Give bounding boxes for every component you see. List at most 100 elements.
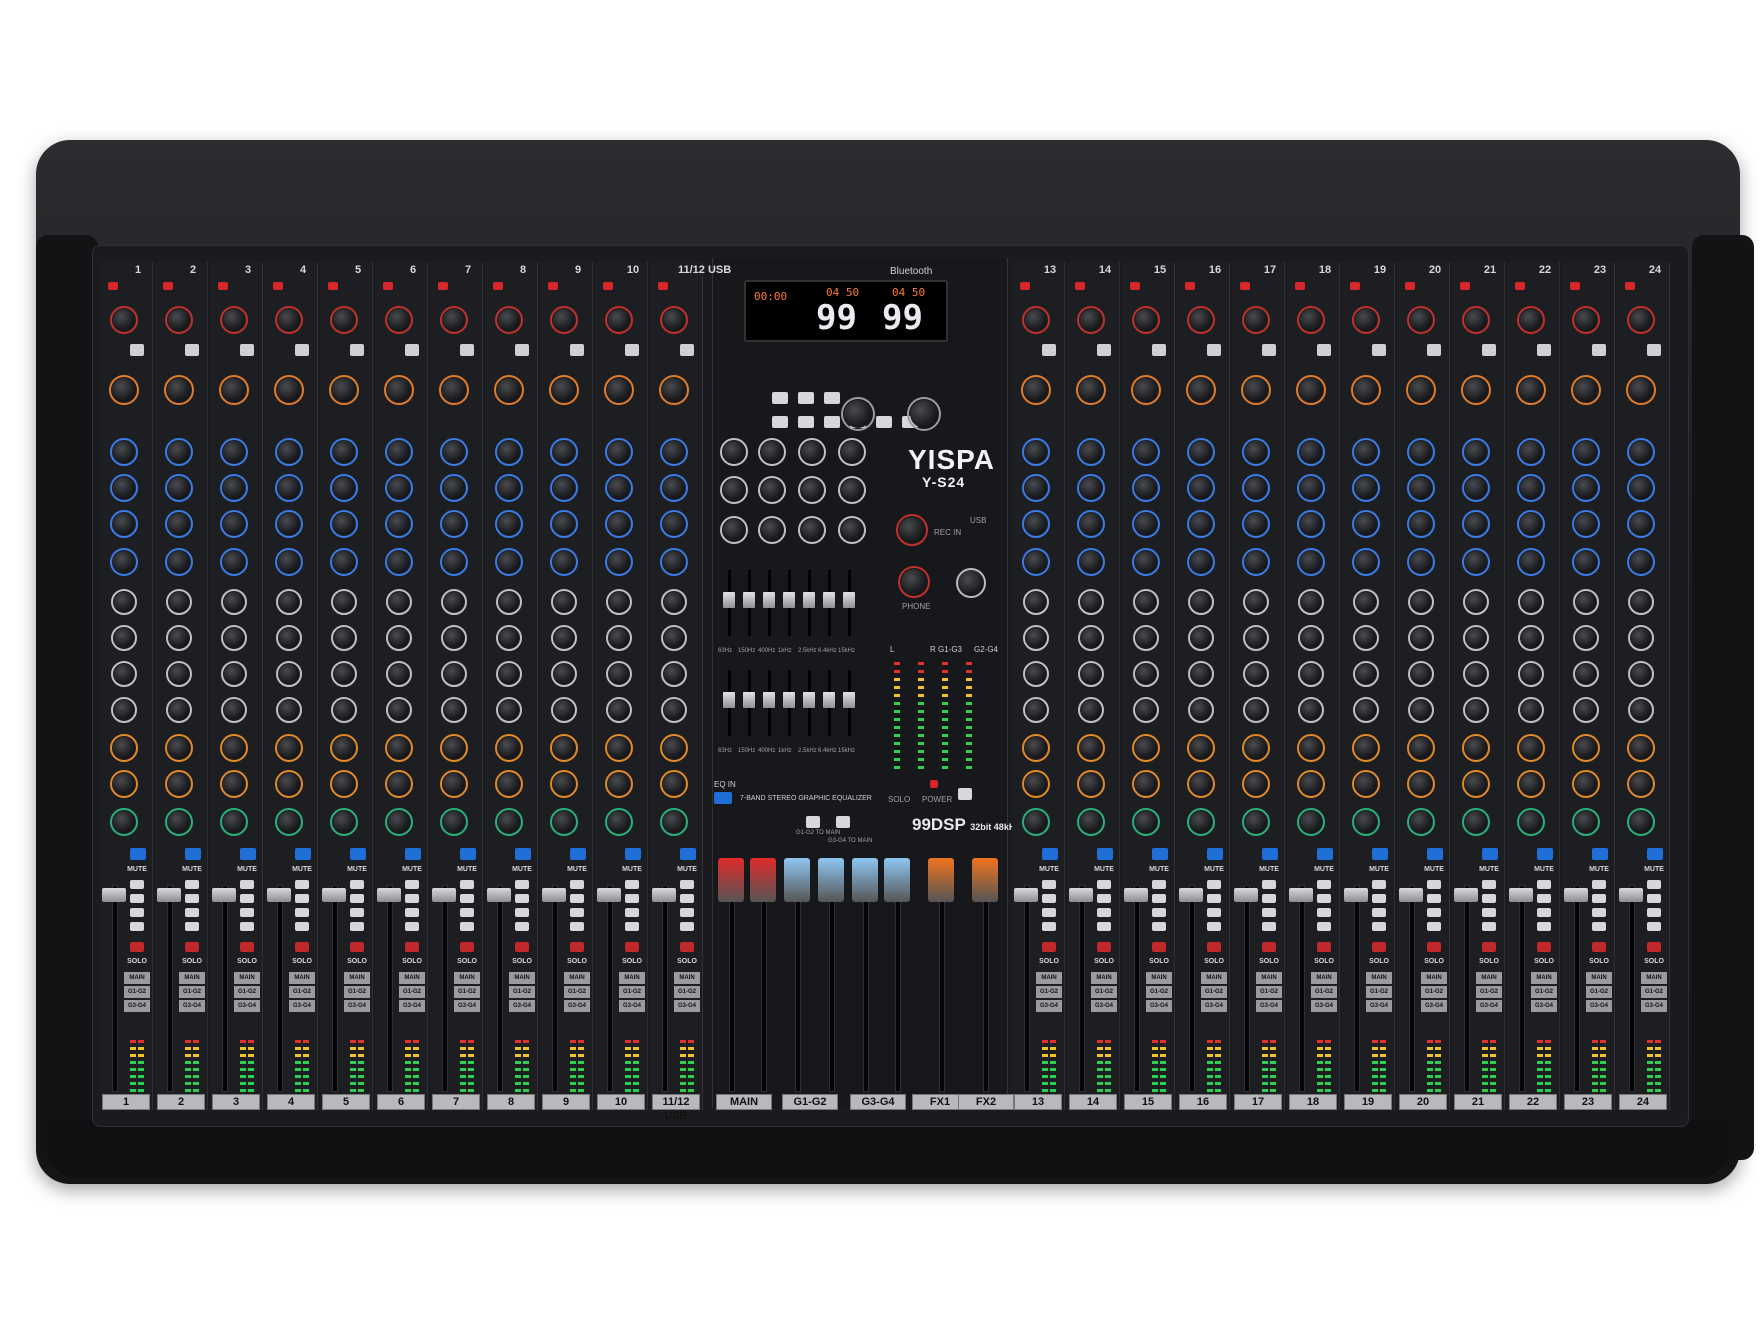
assign-button-ch16-2[interactable] <box>1207 908 1221 917</box>
fx1-knob-ch1[interactable] <box>113 737 135 759</box>
aux4-knob-ch19[interactable] <box>1356 700 1376 720</box>
aux4-knob-ch2[interactable] <box>169 700 189 720</box>
assign-button-ch20-1[interactable] <box>1427 894 1441 903</box>
eq-slider-1-2[interactable] <box>763 692 775 708</box>
eq-mid-knob-usb[interactable] <box>663 477 685 499</box>
aux1-knob-ch22[interactable] <box>1521 592 1541 612</box>
mute-button-ch21[interactable] <box>1482 848 1498 860</box>
pan-knob-ch22[interactable] <box>1520 811 1542 833</box>
pad-button-ch20[interactable] <box>1427 344 1441 356</box>
eq-low-knob-ch22[interactable] <box>1520 551 1542 573</box>
fx2-knob-ch18[interactable] <box>1300 773 1322 795</box>
fx1-knob-ch6[interactable] <box>388 737 410 759</box>
aux4-knob-ch4[interactable] <box>279 700 299 720</box>
aux1-knob-usb[interactable] <box>664 592 684 612</box>
assign-button-ch14-2[interactable] <box>1097 908 1111 917</box>
eq-mid-knob-ch6[interactable] <box>388 477 410 499</box>
eq-freq-knob-ch2[interactable] <box>168 513 190 535</box>
pad-button-ch18[interactable] <box>1317 344 1331 356</box>
comp-knob-ch5[interactable] <box>332 378 356 402</box>
eq-freq-knob-ch13[interactable] <box>1025 513 1047 535</box>
fader-cap-ch3[interactable] <box>212 888 236 902</box>
aux3-knob-ch19[interactable] <box>1356 664 1376 684</box>
fx2-knob-ch4[interactable] <box>278 773 300 795</box>
assign-button-ch13-0[interactable] <box>1042 880 1056 889</box>
gain-knob-ch13[interactable] <box>1025 309 1047 331</box>
comp-knob-ch8[interactable] <box>497 378 521 402</box>
solo-button-ch13[interactable] <box>1042 942 1056 952</box>
eq-high-knob-usb[interactable] <box>663 441 685 463</box>
comp-knob-ch6[interactable] <box>387 378 411 402</box>
eq-mid-knob-ch22[interactable] <box>1520 477 1542 499</box>
assign-button-ch10-3[interactable] <box>625 922 639 931</box>
assign-button-ch10-1[interactable] <box>625 894 639 903</box>
fader-cap-usb[interactable] <box>652 888 676 902</box>
assign-button-ch8-3[interactable] <box>515 922 529 931</box>
mute-button-ch23[interactable] <box>1592 848 1608 860</box>
g1g2-to-main-button[interactable] <box>806 816 820 828</box>
eq-slider-1-0[interactable] <box>723 692 735 708</box>
mute-button-ch17[interactable] <box>1262 848 1278 860</box>
eq-low-knob-ch20[interactable] <box>1410 551 1432 573</box>
aux3-knob-ch18[interactable] <box>1301 664 1321 684</box>
eq-mid-knob-ch9[interactable] <box>553 477 575 499</box>
fx2-knob-ch8[interactable] <box>498 773 520 795</box>
eq-mid-knob-ch19[interactable] <box>1355 477 1377 499</box>
eq-mid-knob-ch4[interactable] <box>278 477 300 499</box>
gain-knob-ch22[interactable] <box>1520 309 1542 331</box>
eq-mid-knob-ch1[interactable] <box>113 477 135 499</box>
pan-knob-ch9[interactable] <box>553 811 575 833</box>
assign-button-ch2-3[interactable] <box>185 922 199 931</box>
fx2-knob-ch24[interactable] <box>1630 773 1652 795</box>
aux1-knob-ch7[interactable] <box>444 592 464 612</box>
fx2-knob-ch20[interactable] <box>1410 773 1432 795</box>
assign-button-ch8-1[interactable] <box>515 894 529 903</box>
aux4-knob-ch23[interactable] <box>1576 700 1596 720</box>
eq-mid-knob-ch21[interactable] <box>1465 477 1487 499</box>
gain-knob-ch2[interactable] <box>168 309 190 331</box>
gain-knob-ch10[interactable] <box>608 309 630 331</box>
assign-button-ch18-1[interactable] <box>1317 894 1331 903</box>
group-switch[interactable] <box>958 788 972 800</box>
assign-button-ch8-0[interactable] <box>515 880 529 889</box>
eq-freq-knob-usb[interactable] <box>663 513 685 535</box>
gain-knob-ch23[interactable] <box>1575 309 1597 331</box>
eq-freq-knob-ch9[interactable] <box>553 513 575 535</box>
fader-cap-ch9[interactable] <box>542 888 566 902</box>
assign-button-usb-2[interactable] <box>680 908 694 917</box>
eq-freq-knob-ch19[interactable] <box>1355 513 1377 535</box>
solo-button-ch21[interactable] <box>1482 942 1496 952</box>
fader-cap-ch2[interactable] <box>157 888 181 902</box>
eq-slider-0-0[interactable] <box>723 592 735 608</box>
eq-high-knob-ch8[interactable] <box>498 441 520 463</box>
eq-freq-knob-ch7[interactable] <box>443 513 465 535</box>
aux3-knob-ch7[interactable] <box>444 664 464 684</box>
eq-slider-0-2[interactable] <box>763 592 775 608</box>
assign-button-ch5-1[interactable] <box>350 894 364 903</box>
assign-button-ch22-1[interactable] <box>1537 894 1551 903</box>
pan-knob-ch18[interactable] <box>1300 811 1322 833</box>
fader-cap-ch6[interactable] <box>377 888 401 902</box>
fx1-knob-ch3[interactable] <box>223 737 245 759</box>
fader-cap-ch18[interactable] <box>1289 888 1313 902</box>
master-aux-knob-2-0[interactable] <box>723 519 745 541</box>
dsp-button-4[interactable] <box>876 416 892 428</box>
assign-button-ch2-1[interactable] <box>185 894 199 903</box>
eq-freq-knob-ch23[interactable] <box>1575 513 1597 535</box>
fx1-knob-ch15[interactable] <box>1135 737 1157 759</box>
assign-button-ch16-3[interactable] <box>1207 922 1221 931</box>
dsp-button-2[interactable] <box>824 416 840 428</box>
mute-button-ch24[interactable] <box>1647 848 1663 860</box>
transport-button-2[interactable] <box>824 392 840 404</box>
mute-button-ch16[interactable] <box>1207 848 1223 860</box>
eq-high-knob-ch13[interactable] <box>1025 441 1047 463</box>
comp-knob-ch7[interactable] <box>442 378 466 402</box>
pan-knob-ch15[interactable] <box>1135 811 1157 833</box>
master-aux-knob-1-2[interactable] <box>801 479 823 501</box>
assign-button-ch24-1[interactable] <box>1647 894 1661 903</box>
solo-button-ch17[interactable] <box>1262 942 1276 952</box>
aux2-knob-ch16[interactable] <box>1191 628 1211 648</box>
aux1-knob-ch21[interactable] <box>1466 592 1486 612</box>
eq-freq-knob-ch5[interactable] <box>333 513 355 535</box>
pad-button-ch2[interactable] <box>185 344 199 356</box>
